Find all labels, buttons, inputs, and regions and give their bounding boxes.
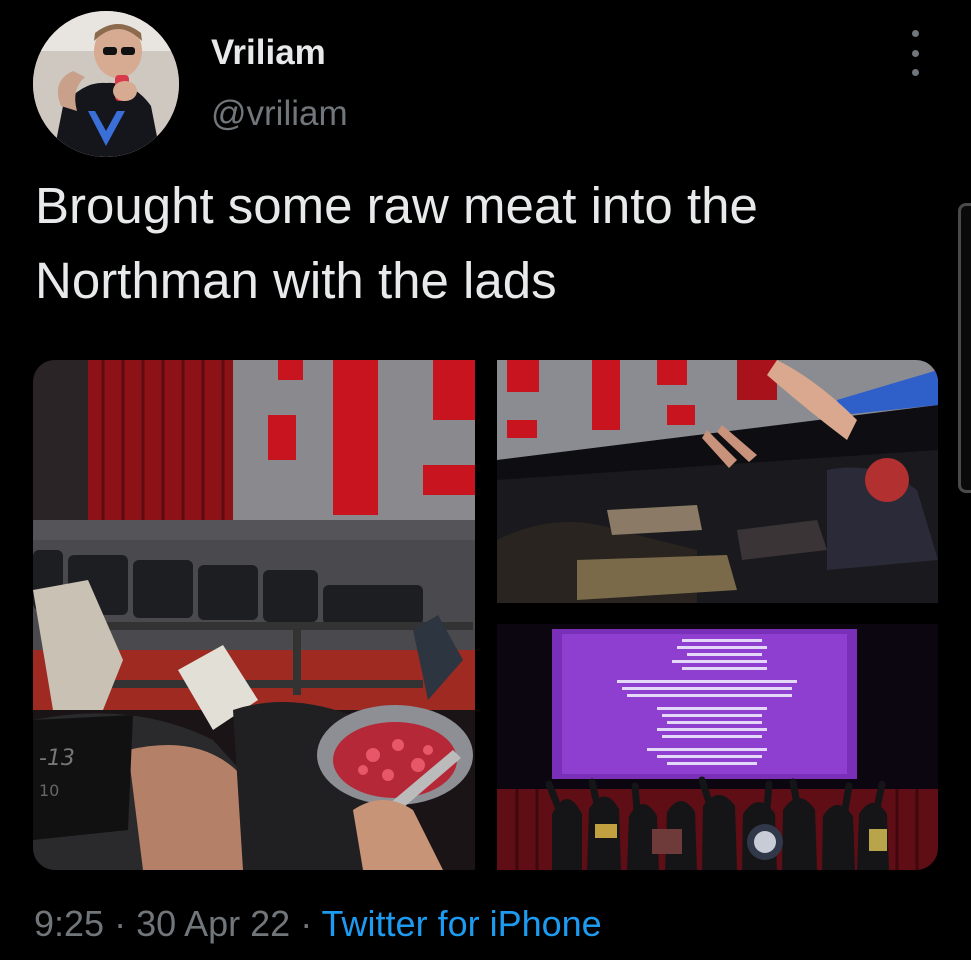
tweet-text: Brought some raw meat into the Northman … bbox=[35, 177, 758, 309]
scrollbar[interactable] bbox=[958, 203, 971, 493]
avatar-image bbox=[33, 11, 179, 157]
meta-separator: · bbox=[290, 903, 322, 944]
tweet-source-link[interactable]: Twitter for iPhone bbox=[322, 903, 602, 944]
tweet-date: 30 Apr 22 bbox=[136, 903, 291, 944]
photo-theater-recliners[interactable] bbox=[497, 360, 938, 603]
meta-separator: · bbox=[104, 903, 137, 944]
photo-tag-line1: -13 bbox=[39, 746, 75, 771]
author-name[interactable]: Vriliam bbox=[211, 33, 326, 73]
photo-tag-line2: 10 bbox=[39, 781, 59, 800]
tweet-time: 9:25 bbox=[34, 903, 105, 944]
photo-cinema-seats[interactable]: -13 10 bbox=[33, 360, 475, 870]
tweet-meta: 9:25 · 30 Apr 22 · Twitter for iPhone bbox=[34, 903, 602, 945]
photo-credits-group[interactable] bbox=[497, 624, 938, 870]
author-handle[interactable]: @vriliam bbox=[211, 94, 348, 134]
media-grid: -13 10 bbox=[33, 360, 938, 870]
avatar[interactable] bbox=[33, 11, 179, 157]
more-dots-icon bbox=[911, 30, 919, 37]
tweet: Vriliam @vriliam Brought some raw meat i… bbox=[0, 0, 971, 960]
more-options-button[interactable] bbox=[900, 30, 930, 76]
